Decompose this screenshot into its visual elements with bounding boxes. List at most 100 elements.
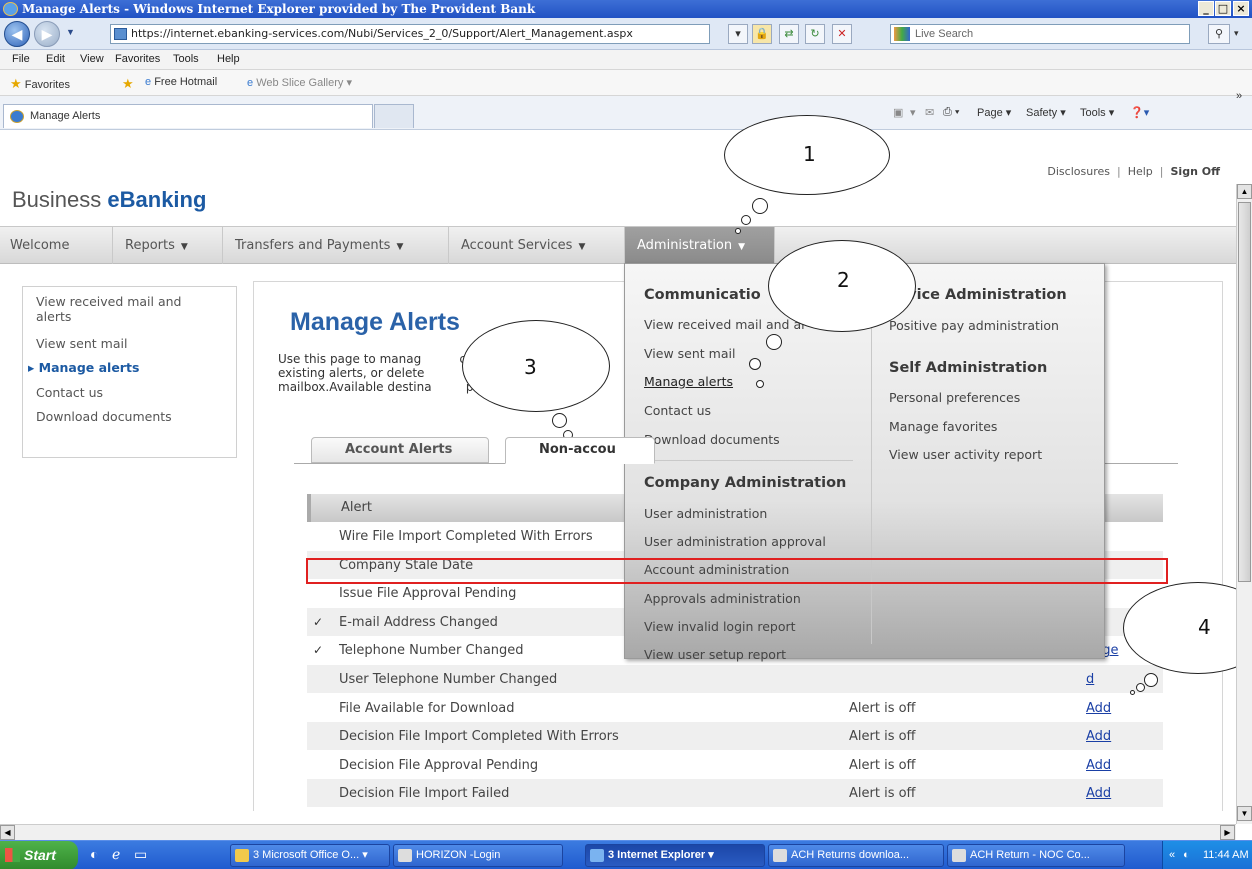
taskbar-item-office[interactable]: 3 Microsoft Office O... ▾ <box>230 844 390 867</box>
feeds-dropdown-icon[interactable]: ▾ <box>910 106 916 119</box>
address-field[interactable]: https://internet.ebanking-services.com/N… <box>110 24 710 44</box>
nav-welcome[interactable]: Welcome <box>0 227 113 264</box>
scroll-down-icon[interactable]: ▼ <box>1237 806 1252 821</box>
callout-bubble <box>752 198 768 214</box>
live-search-placeholder: Live Search <box>915 28 974 40</box>
dropdown-link-user-activity-report[interactable]: View user activity report <box>889 447 1042 462</box>
feeds-icon[interactable]: ▣ <box>893 106 903 119</box>
dropdown-link-manage-alerts[interactable]: Manage alerts <box>644 374 733 389</box>
add-favorite-icon[interactable]: ★ <box>122 76 134 92</box>
sidebar-item-received-mail[interactable]: View received mail and <box>36 294 182 309</box>
taskbar-item-ach-returns[interactable]: ACH Returns downloa... <box>768 844 944 867</box>
dropdown-link-personal-preferences[interactable]: Personal preferences <box>889 390 1020 405</box>
tray-expand-icon[interactable]: « <box>1169 841 1175 869</box>
taskbar-item-horizon[interactable]: HORIZON -Login <box>393 844 563 867</box>
sidebar-item-manage-alerts[interactable]: ▸ Manage alerts <box>28 360 139 375</box>
recent-pages-dropdown-icon[interactable]: ▼ <box>66 27 75 37</box>
browser-tab[interactable]: Manage Alerts <box>3 104 373 128</box>
dropdown-link-invalid-login-report[interactable]: View invalid login report <box>644 619 796 634</box>
ie-logo-icon <box>3 2 18 16</box>
refresh-icon[interactable]: ↻ <box>805 24 825 44</box>
dropdown-link-download-documents[interactable]: Download documents <box>644 432 780 447</box>
favorites-button[interactable]: ★ Favorites <box>10 76 70 92</box>
lock-icon[interactable]: 🔒 <box>752 24 772 44</box>
safety-menu-button[interactable]: Safety ▾ <box>1026 106 1066 119</box>
sign-off-link[interactable]: Sign Off <box>1171 165 1221 178</box>
quicklaunch-ie-icon[interactable]: ℯ <box>112 846 120 863</box>
page-viewport: Business eBanking Disclosures | Help | Sign … <box>0 131 1236 811</box>
taskbar-item-internet-explorer[interactable]: 3 Internet Explorer ▾ <box>585 844 765 867</box>
read-mail-icon[interactable]: ✉ <box>925 106 934 119</box>
quicklaunch-outlook-icon[interactable]: ◐ <box>90 846 98 862</box>
back-button[interactable]: ◀ <box>4 21 30 47</box>
compatibility-view-icon[interactable]: ⇄ <box>779 24 799 44</box>
start-button[interactable]: Start <box>0 841 78 869</box>
live-search-input[interactable]: Live Search <box>890 24 1190 44</box>
forward-button[interactable]: ▶ <box>34 21 60 47</box>
alert-action-link[interactable]: Add <box>1086 758 1111 773</box>
chevron-more-icon[interactable]: » <box>1236 90 1242 102</box>
help-link[interactable]: Help <box>1128 165 1153 178</box>
dropdown-link-user-administration[interactable]: User administration <box>644 506 767 521</box>
vertical-scrollbar[interactable]: ▲ ▼ <box>1236 184 1252 824</box>
callout-bubble <box>1144 673 1158 687</box>
browser-tab-title: Manage Alerts <box>30 110 101 122</box>
dropdown-link-received-mail[interactable]: View received mail and al <box>644 317 805 332</box>
minimize-button[interactable]: _ <box>1198 1 1214 16</box>
tools-menu-button[interactable]: Tools ▾ <box>1080 106 1114 119</box>
menu-file[interactable]: File <box>12 53 30 65</box>
dropdown-link-user-administration-approval[interactable]: User administration approval <box>644 534 826 549</box>
horizontal-scrollbar[interactable]: ◀ ▶ <box>0 824 1236 840</box>
page-menu-button[interactable]: Page ▾ <box>977 106 1011 119</box>
menu-view[interactable]: View <box>80 53 104 65</box>
nav-account-services[interactable]: Account Services ▼ <box>449 227 625 264</box>
maximize-button[interactable]: □ <box>1215 1 1231 16</box>
stop-icon[interactable]: ✕ <box>832 24 852 44</box>
nav-transfers-and-payments[interactable]: Transfers and Payments ▼ <box>223 227 449 264</box>
alert-action-link[interactable]: Add <box>1086 729 1111 744</box>
scroll-up-icon[interactable]: ▲ <box>1237 184 1252 199</box>
tray-outlook-icon[interactable]: ◐ <box>1183 841 1190 869</box>
callout-number-1: 1 <box>803 142 816 166</box>
menu-help[interactable]: Help <box>217 53 240 65</box>
print-icon[interactable]: ⎙ ▾ <box>943 106 959 119</box>
menu-tools[interactable]: Tools <box>173 53 199 65</box>
dropdown-link-approvals-administration[interactable]: Approvals administration <box>644 591 801 606</box>
scroll-thumb[interactable] <box>1238 202 1251 582</box>
nav-reports[interactable]: Reports ▼ <box>113 227 223 264</box>
sidebar-item-download-documents[interactable]: Download documents <box>36 409 172 424</box>
taskbar-item-ach-return-noc[interactable]: ACH Return - NOC Co... <box>947 844 1125 867</box>
dropdown-link-sent-mail[interactable]: View sent mail <box>644 346 735 361</box>
address-dropdown-button[interactable]: ▾ <box>728 24 748 44</box>
dropdown-link-user-setup-report[interactable]: View user setup report <box>644 647 786 662</box>
new-tab-button[interactable] <box>374 104 414 128</box>
scroll-left-icon[interactable]: ◀ <box>0 825 15 840</box>
fav-link-web-slice[interactable]: e Web Slice Gallery ▾ <box>247 76 352 89</box>
menu-edit[interactable]: Edit <box>46 53 65 65</box>
disclosures-link[interactable]: Disclosures <box>1047 165 1110 178</box>
close-window-button[interactable]: × <box>1233 1 1249 16</box>
dropdown-link-manage-favorites[interactable]: Manage favorites <box>889 419 997 434</box>
search-options-icon[interactable]: ▾ <box>1234 28 1239 39</box>
fav-link-hotmail[interactable]: e Free Hotmail <box>145 76 217 88</box>
dropdown-link-positive-pay[interactable]: Positive pay administration <box>889 318 1059 333</box>
quicklaunch-desktop-icon[interactable]: ▭ <box>134 846 147 863</box>
alert-enabled-check-icon: ✓ <box>313 614 324 629</box>
search-icon[interactable]: ⚲ <box>1208 24 1230 44</box>
alert-action-link[interactable]: Add <box>1086 701 1111 716</box>
alert-action-link[interactable]: Add <box>1086 786 1111 801</box>
alert-name: Decision File Import Completed With Erro… <box>339 729 619 745</box>
alert-action-link[interactable]: d <box>1086 672 1094 687</box>
sidebar-item-contact-us[interactable]: Contact us <box>36 385 103 400</box>
scroll-right-icon[interactable]: ▶ <box>1220 825 1235 840</box>
help-icon[interactable]: ❓▾ <box>1130 106 1149 119</box>
tab-account-alerts[interactable]: Account Alerts <box>311 437 489 463</box>
sidebar-item-sent-mail[interactable]: View sent mail <box>36 336 127 351</box>
sidebar-item-received-mail-cont[interactable]: alerts <box>36 309 71 324</box>
tab-non-account-alerts[interactable]: Non-accou <box>505 437 655 464</box>
alert-enabled-check-icon: ✓ <box>313 643 324 658</box>
nav-administration[interactable]: Administration ▼ <box>625 227 775 264</box>
taskbar: Start ◐ ℯ ▭ 3 Microsoft Office O... ▾ HO… <box>0 840 1252 869</box>
dropdown-link-contact-us[interactable]: Contact us <box>644 403 711 418</box>
menu-favorites[interactable]: Favorites <box>115 53 160 65</box>
